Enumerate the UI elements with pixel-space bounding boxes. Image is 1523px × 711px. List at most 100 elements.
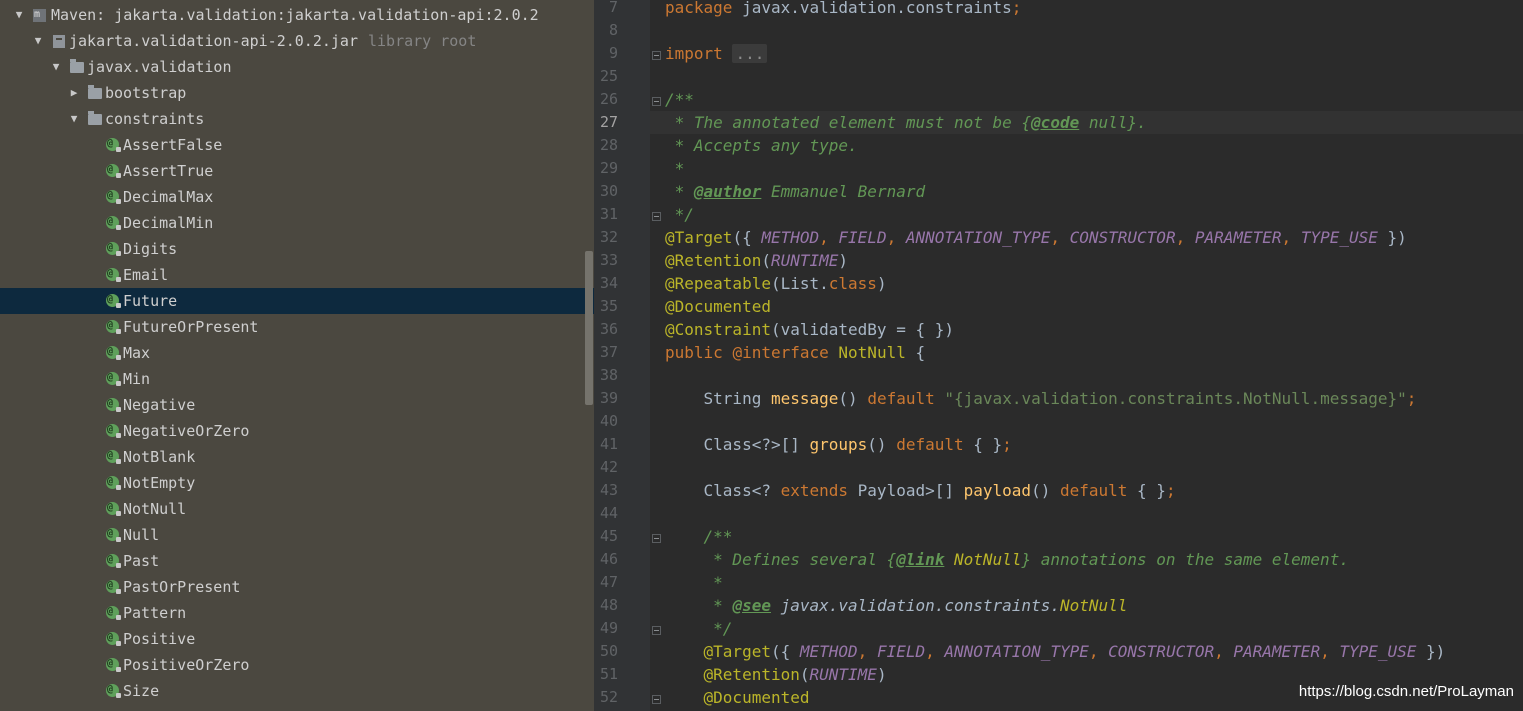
code-token: Class<? xyxy=(665,481,781,500)
line-number: 7 xyxy=(608,0,618,16)
tree-node-constraints[interactable]: ▼ constraints xyxy=(0,106,594,132)
code-line[interactable]: String message() default "{javax.validat… xyxy=(665,387,1417,410)
code-token: /** xyxy=(665,527,733,546)
tree-node-annotation[interactable]: Positive xyxy=(0,625,594,652)
tree-node-annotation[interactable]: NegativeOrZero xyxy=(0,417,594,444)
code-line[interactable]: @Target({ METHOD, FIELD, ANNOTATION_TYPE… xyxy=(665,640,1446,663)
tree-node-annotation[interactable]: PositiveOrZero xyxy=(0,651,594,678)
code-token: ( xyxy=(761,251,771,270)
tree-node-label: Min xyxy=(123,370,151,388)
tree-node-annotation[interactable]: Null xyxy=(0,521,594,548)
code-token: ) xyxy=(838,251,849,270)
annotation-type-icon xyxy=(106,157,121,183)
tree-node-package[interactable]: ▼ javax.validation xyxy=(0,54,594,80)
fold-marker-icon[interactable] xyxy=(652,51,661,60)
line-number: 34 xyxy=(599,274,618,292)
code-token: @author xyxy=(693,182,762,201)
tree-node-label: NotEmpty xyxy=(123,474,196,492)
tree-node-annotation[interactable]: NotBlank xyxy=(0,443,594,470)
tree-node-annotation[interactable]: Future xyxy=(0,287,594,314)
line-number: 39 xyxy=(599,389,618,407)
code-editor[interactable]: 7 8 9 25 26 27 28 29 30 31 32 33 34 35 36 37 38 39 40 41 42 4… xyxy=(594,0,1523,711)
code-token: RUNTIME xyxy=(770,251,839,270)
code-token: , xyxy=(1320,642,1340,661)
code-line[interactable]: @Retention(RUNTIME) xyxy=(665,249,848,272)
fold-marker-icon[interactable] xyxy=(652,695,661,704)
annotation-type-icon xyxy=(106,391,121,417)
code-line[interactable]: */ xyxy=(665,203,694,226)
tree-node-annotation[interactable]: PastOrPresent xyxy=(0,573,594,600)
line-number: 38 xyxy=(599,366,618,384)
code-token: String xyxy=(665,389,771,408)
tree-node-annotation[interactable]: Past xyxy=(0,547,594,574)
code-line[interactable]: public @interface NotNull { xyxy=(665,341,925,364)
line-number: 41 xyxy=(599,435,618,453)
tree-node-annotation[interactable]: FutureOrPresent xyxy=(0,313,594,340)
tree-node-annotation[interactable]: NotEmpty xyxy=(0,469,594,496)
tree-node-annotation[interactable]: AssertFalse xyxy=(0,131,594,158)
code-line[interactable]: /** xyxy=(665,525,733,548)
code-line[interactable]: @Constraint(validatedBy = { }) xyxy=(665,318,954,341)
code-line[interactable]: * The annotated element must not be {@co… xyxy=(665,111,1147,134)
code-token: * Defines several { xyxy=(665,550,897,569)
code-token: public xyxy=(665,343,723,362)
line-number: 46 xyxy=(599,550,618,568)
tree-node-annotation[interactable]: DecimalMax xyxy=(0,183,594,210)
code-line[interactable]: * @author Emmanuel Bernard xyxy=(665,180,925,203)
collapse-arrow-icon[interactable]: ▶ xyxy=(68,80,80,106)
tree-node-annotation[interactable]: NotNull xyxy=(0,495,594,522)
expand-arrow-icon[interactable]: ▼ xyxy=(50,54,62,80)
tree-node-label: PositiveOrZero xyxy=(123,656,250,674)
code-line[interactable]: /** xyxy=(665,88,694,111)
tree-node-jar[interactable]: ▼ jakarta.validation-api-2.0.2.jar librar… xyxy=(0,28,594,54)
code-line[interactable]: * Defines several {@link NotNull} annota… xyxy=(665,548,1349,571)
code-line[interactable]: @Documented xyxy=(665,686,810,709)
annotation-type-icon xyxy=(106,287,121,313)
code-token: ... xyxy=(732,44,768,63)
code-token: package xyxy=(665,0,733,17)
code-token: } annotations on the same element. xyxy=(1021,550,1349,569)
tree-node-annotation[interactable]: Pattern xyxy=(0,599,594,626)
annotation-type-icon xyxy=(106,599,121,625)
code-line[interactable]: * @see javax.validation.constraints.NotN… xyxy=(665,594,1127,617)
code-token: @Constraint xyxy=(665,320,771,339)
code-line[interactable]: Class<? extends Payload>[] payload() def… xyxy=(665,479,1176,502)
code-token: javax.validation.constraints xyxy=(732,0,1012,17)
tree-node-annotation[interactable]: AssertTrue xyxy=(0,157,594,184)
code-line[interactable]: package javax.validation.constraints; xyxy=(665,0,1021,19)
code-token: ({ xyxy=(732,228,762,247)
code-line[interactable]: @Retention(RUNTIME) xyxy=(665,663,887,686)
fold-marker-icon[interactable] xyxy=(652,534,661,543)
code-line[interactable]: * xyxy=(665,571,723,594)
tree-node-annotation[interactable]: DecimalMin xyxy=(0,209,594,236)
tree-scrollbar[interactable] xyxy=(585,251,593,405)
code-token: ; xyxy=(1002,435,1012,454)
code-line[interactable]: @Documented xyxy=(665,295,771,318)
code-token: (validatedBy = { }) xyxy=(770,320,954,339)
expand-arrow-icon[interactable]: ▼ xyxy=(68,106,80,132)
code-line[interactable]: @Repeatable(List.class) xyxy=(665,272,887,295)
code-line[interactable]: import ... xyxy=(665,42,768,65)
code-line[interactable]: Class<?>[] groups() default { }; xyxy=(665,433,1012,456)
fold-marker-icon[interactable] xyxy=(652,626,661,635)
tree-node-bootstrap[interactable]: ▶ bootstrap xyxy=(0,80,594,106)
code-line[interactable]: */ xyxy=(665,617,732,640)
code-line[interactable]: * Accepts any type. xyxy=(665,134,858,157)
fold-marker-icon[interactable] xyxy=(652,97,661,106)
code-line[interactable]: @Target({ METHOD, FIELD, ANNOTATION_TYPE… xyxy=(665,226,1407,249)
tree-node-annotation[interactable]: Email xyxy=(0,261,594,288)
line-number: 52 xyxy=(599,688,618,706)
code-line[interactable]: * xyxy=(665,157,685,180)
tree-node-annotation[interactable]: Digits xyxy=(0,235,594,262)
code-token: CONSTRUCTOR xyxy=(1108,642,1215,661)
fold-marker-icon[interactable] xyxy=(652,212,661,221)
code-token: ) xyxy=(876,665,887,684)
tree-node-annotation[interactable]: Size xyxy=(0,677,594,704)
annotation-type-icon xyxy=(106,469,121,495)
tree-node-annotation[interactable]: Max xyxy=(0,339,594,366)
expand-arrow-icon[interactable]: ▼ xyxy=(32,28,44,54)
tree-node-annotation[interactable]: Negative xyxy=(0,391,594,418)
expand-arrow-icon[interactable]: ▼ xyxy=(13,2,25,28)
tree-node-maven-library[interactable]: ▼ Maven: jakarta.validation:jakarta.vali… xyxy=(0,2,594,28)
tree-node-annotation[interactable]: Min xyxy=(0,365,594,392)
